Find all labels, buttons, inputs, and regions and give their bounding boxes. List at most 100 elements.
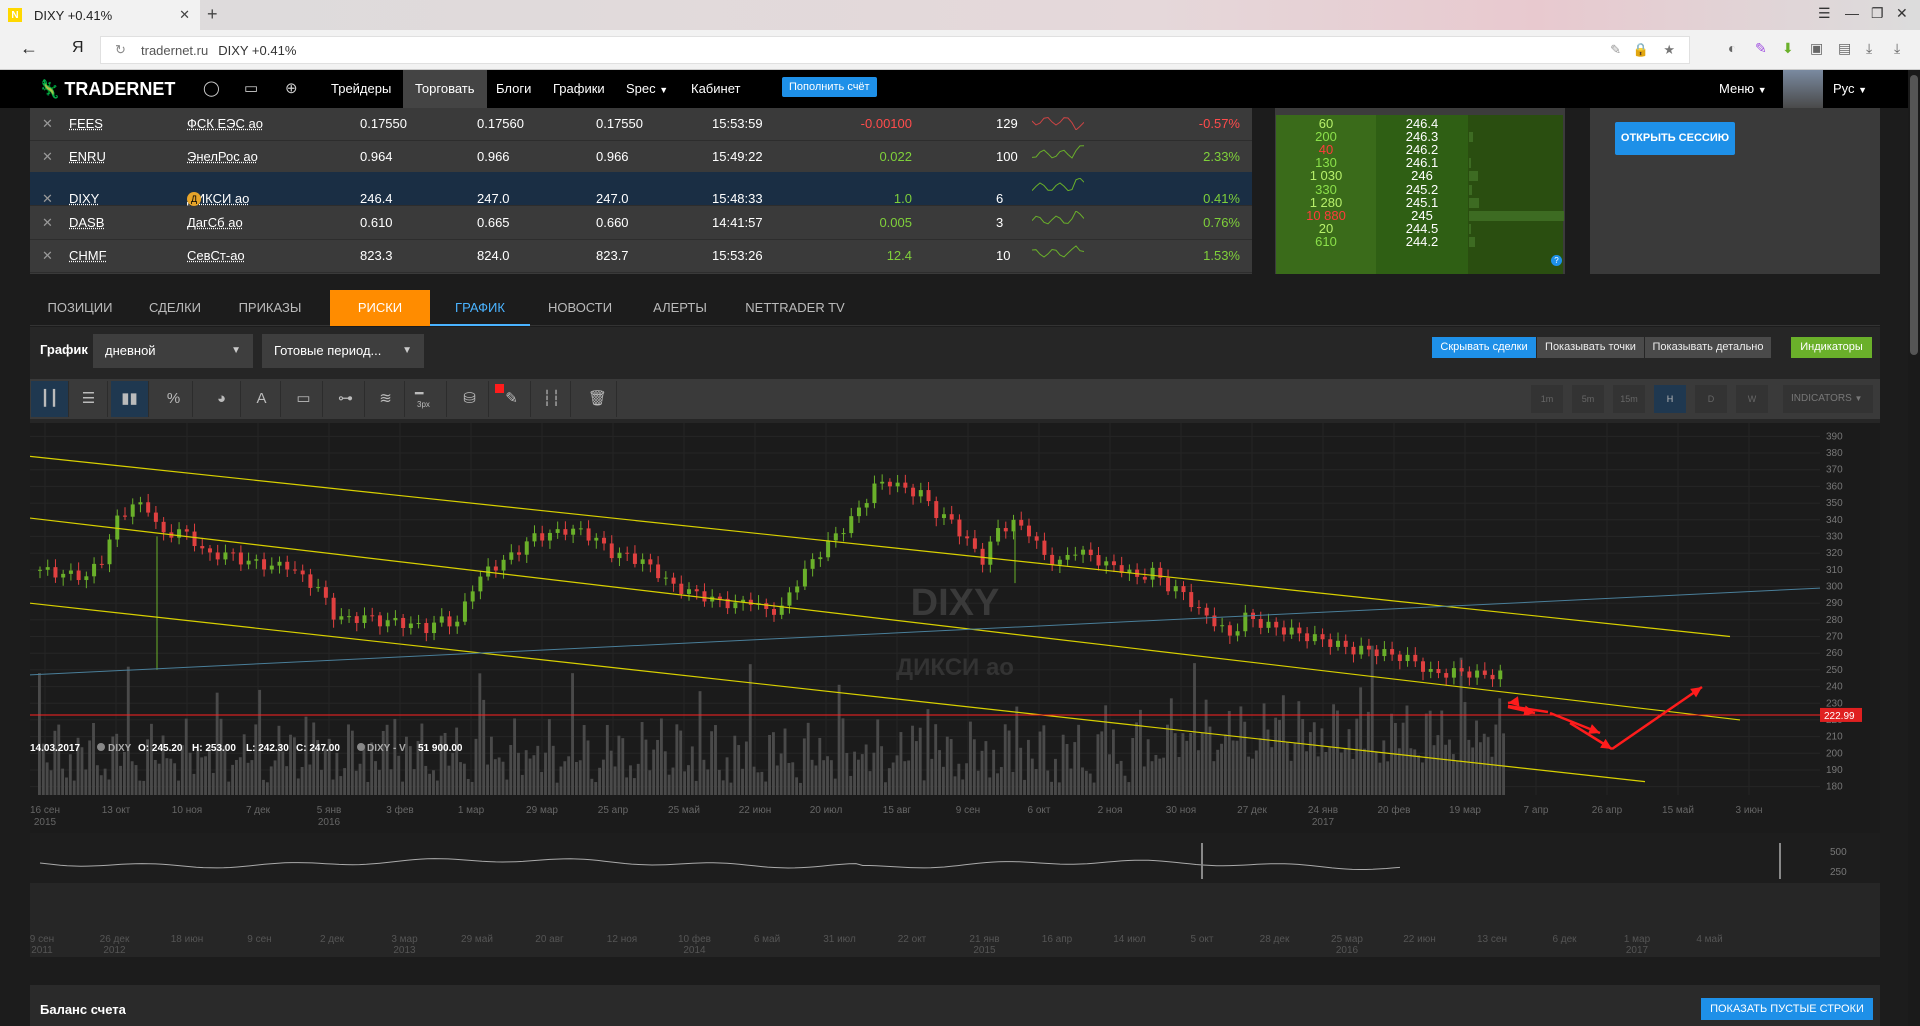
reload-icon[interactable]: ↻	[115, 42, 126, 58]
show-points-button[interactable]: Показывать точки	[1537, 337, 1644, 358]
tab-close-icon[interactable]: ✕	[179, 7, 190, 23]
nav-charts[interactable]: Графики	[553, 70, 605, 108]
segment-tool-icon[interactable]: ⊶	[327, 381, 365, 417]
volume-bar	[1223, 734, 1227, 795]
browser-tab[interactable]: N DIXY +0.41% ✕	[0, 0, 200, 30]
volume-bar	[1308, 732, 1312, 795]
callout-icon[interactable]: ▭	[285, 381, 323, 417]
quote-row[interactable]: ✕ FEES ФСК ЕЭС ао 0.17550 0.17560 0.17550 15:5…	[30, 106, 1252, 141]
color-swatch[interactable]	[495, 384, 504, 393]
candle-body	[1305, 633, 1310, 642]
quote-row[interactable]: ✕ DIXY Д ДИКСИ ао 246.4 247.0 247.0 15:48:33 1.0…	[30, 172, 1252, 206]
topup-button[interactable]: Пополнить счёт	[782, 77, 877, 97]
y-tick-label: 250	[1826, 665, 1843, 676]
bookmark-star-icon[interactable]: ★	[1663, 42, 1675, 58]
interval-d[interactable]: D	[1695, 385, 1727, 413]
palette-icon[interactable]: ◕	[203, 381, 241, 417]
minimize-icon[interactable]: —	[1845, 5, 1859, 21]
protect-icon[interactable]: ✎	[1610, 42, 1621, 58]
back-arrow-icon[interactable]: ←	[20, 38, 38, 59]
fill-bucket-icon[interactable]: ⛁	[451, 381, 489, 417]
globe-icon[interactable]: ⊕	[285, 79, 298, 97]
sidebar-icon[interactable]: ▤	[1838, 40, 1851, 57]
period-select[interactable]: дневной ▼	[93, 334, 253, 368]
language-select[interactable]: Рус ▼	[1833, 81, 1867, 96]
shield-icon[interactable]: ◐	[1728, 40, 1736, 56]
remove-row-icon[interactable]: ✕	[42, 116, 53, 132]
tradernet-logo[interactable]: 🦎 TRADERNET	[38, 79, 175, 100]
show-empty-rows-button[interactable]: ПОКАЗАТЬ ПУСТЫЕ СТРОКИ	[1701, 998, 1873, 1020]
tab-news[interactable]: НОВОСТИ	[530, 290, 630, 326]
remove-row-icon[interactable]: ✕	[42, 215, 53, 231]
book-qty[interactable]: 610	[1276, 234, 1376, 249]
interval-1m[interactable]: 1m	[1531, 385, 1563, 413]
menu-button[interactable]: Меню ▼	[1719, 81, 1767, 96]
bars-settings-icon[interactable]: ┆┆	[533, 381, 571, 417]
navigator-handle-right[interactable]	[1779, 843, 1781, 879]
volume-bar	[157, 763, 161, 795]
downloads-icon[interactable]: ⤓	[1866, 40, 1872, 57]
remove-row-icon[interactable]: ✕	[42, 248, 53, 264]
tab-positions[interactable]: ПОЗИЦИИ	[30, 290, 130, 326]
nav-blogs[interactable]: Блоги	[496, 70, 531, 108]
tab-deals[interactable]: СДЕЛКИ	[130, 290, 220, 326]
monitor-icon[interactable]: ▭	[244, 79, 258, 97]
hide-deals-button[interactable]: Скрывать сделки	[1432, 337, 1536, 358]
fibonacci-icon[interactable]: ≋	[367, 381, 405, 417]
ready-periods-select[interactable]: Готовые период... ▼	[262, 334, 424, 368]
open-session-button[interactable]: ОТКРЫТЬ СЕССИЮ	[1615, 122, 1735, 155]
chat-icon[interactable]: ◯	[203, 79, 220, 97]
nav-spec[interactable]: Spec ▼	[626, 70, 668, 108]
show-detail-button[interactable]: Показывать детально	[1645, 337, 1771, 358]
tab-chart[interactable]: ГРАФИК	[430, 290, 530, 326]
quote-row[interactable]: ✕ DASB ДагСб ао 0.610 0.665 0.660 14:41:57 0.00…	[30, 205, 1252, 240]
lock-icon[interactable]: 🔒	[1633, 42, 1649, 58]
avatar[interactable]	[1783, 70, 1823, 108]
scrollbar-thumb[interactable]	[1910, 75, 1918, 355]
indicators-button[interactable]: Индикаторы	[1791, 337, 1872, 358]
trash-icon[interactable]: 🗑	[579, 381, 617, 417]
tab-nettrader-tv[interactable]: NETTRADER TV	[730, 290, 860, 326]
quote-row[interactable]: ✕ CHMF СевСт-ао 823.3 824.0 823.7 15:53:26 12.4…	[30, 238, 1252, 273]
chart-info-text: DIXY	[108, 743, 132, 754]
new-tab-icon[interactable]: +	[207, 4, 218, 25]
indicators-select[interactable]: INDICATORS ▼	[1783, 385, 1873, 413]
yandex-icon[interactable]: Я	[72, 39, 84, 57]
ticker-symbol: CHMF	[69, 248, 107, 263]
volume-bars-icon[interactable]: ▮▮	[111, 381, 149, 417]
navigator-tick-label: 26 дек	[100, 934, 130, 945]
pen-extension-icon[interactable]: ✎	[1755, 40, 1767, 57]
url-field[interactable]: ↻ tradernet.ru DIXY +0.41% ✎ 🔒 ★	[100, 36, 1690, 64]
downloads-panel-icon[interactable]: ⤓	[1894, 40, 1900, 57]
interval-h[interactable]: H	[1654, 385, 1686, 413]
candles-icon[interactable]: ┃┃	[31, 381, 69, 417]
tab-alerts[interactable]: АЛЕРТЫ	[630, 290, 730, 326]
interval-w[interactable]: W	[1736, 385, 1768, 413]
tab-risks[interactable]: РИСКИ	[330, 290, 430, 326]
download-ext-icon[interactable]: ⬇	[1782, 40, 1794, 57]
interval-5m[interactable]: 5m	[1572, 385, 1604, 413]
percent-icon[interactable]: %	[155, 381, 193, 417]
tab-orders[interactable]: ПРИКАЗЫ	[220, 290, 320, 326]
close-window-icon[interactable]: ✕	[1896, 5, 1908, 22]
chart-info-text: C: 247.00	[296, 743, 340, 754]
book-price[interactable]: 244.2	[1376, 234, 1468, 249]
text-label-icon[interactable]: A	[243, 381, 281, 417]
quote-row[interactable]: ✕ ENRU ЭнелРос ао 0.964 0.966 0.966 15:49:22 0.…	[30, 139, 1252, 174]
nav-cabinet[interactable]: Кабинет	[691, 70, 740, 108]
nav-trade[interactable]: Торговать	[403, 70, 487, 108]
interval-15m[interactable]: 15m	[1613, 385, 1645, 413]
nav-traders[interactable]: Трейдеры	[331, 70, 391, 108]
price-chart[interactable]: 390 380 370 360 350 340 330 320 310 300 290 280 270 2…	[30, 423, 1880, 955]
browser-menu-icon[interactable]: ☰	[1818, 5, 1831, 22]
volume-bar	[659, 718, 663, 795]
line-width-icon[interactable]: ━ 3px	[409, 381, 447, 417]
volume-bar	[605, 724, 609, 795]
candle-body	[38, 569, 42, 571]
remove-row-icon[interactable]: ✕	[42, 149, 53, 165]
navigator-handle-left[interactable]	[1201, 843, 1203, 879]
maximize-icon[interactable]: ❐	[1871, 5, 1884, 22]
help-icon[interactable]: ?	[1551, 255, 1562, 266]
lines-icon[interactable]: ☰	[70, 381, 108, 417]
extension-icon[interactable]: ▣	[1810, 40, 1823, 57]
